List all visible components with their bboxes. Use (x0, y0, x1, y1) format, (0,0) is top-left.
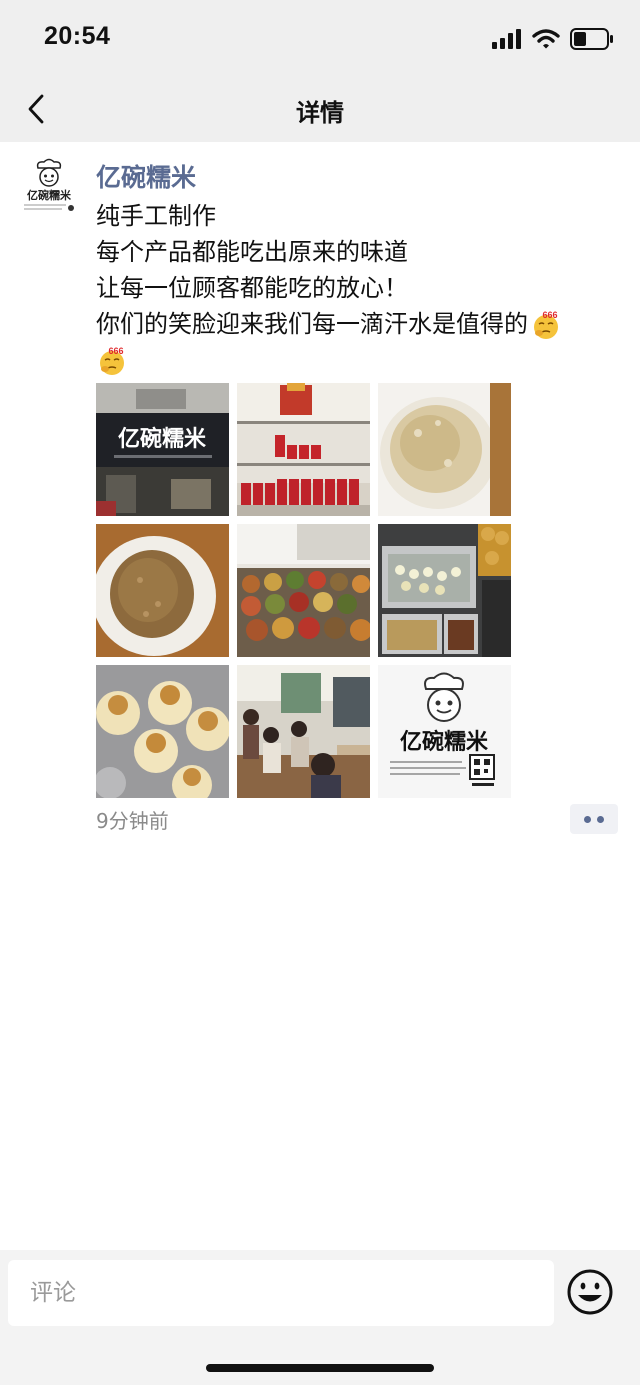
storefront-sign-text: 亿碗糯米 (118, 426, 207, 452)
emoji-badge-text: 666 (108, 346, 123, 356)
wifi-icon (532, 29, 560, 49)
shaomai-photo[interactable] (96, 665, 229, 798)
logo-card-brand-text: 亿碗糯米 (400, 729, 489, 755)
page-title: 详情 (296, 99, 344, 127)
drink-shelf-photo[interactable] (237, 383, 370, 516)
emoji-666-icon: 666 (534, 310, 558, 339)
comment-input[interactable] (8, 1260, 554, 1326)
glutinous-rice-photo[interactable] (378, 383, 511, 516)
food-trays-photo[interactable] (378, 524, 511, 657)
status-icons (492, 28, 614, 50)
post-line: 666 (96, 342, 616, 378)
emoji-badge-text: 666 (542, 310, 557, 320)
post-timestamp: 9分钟前 (96, 809, 169, 833)
home-indicator[interactable] (206, 1364, 434, 1372)
photo-grid: 亿碗糯米 亿碗糯米 (96, 383, 512, 799)
signal-icon (492, 29, 521, 49)
smiley-icon (567, 1269, 613, 1315)
avatar[interactable]: 亿碗糯米 (18, 158, 80, 220)
steamed-rice-photo[interactable] (96, 524, 229, 657)
status-time: 20:54 (44, 22, 111, 50)
post-line: 纯手工制作 (96, 202, 216, 230)
status-bar: 20:54 (0, 0, 640, 76)
post-line-text: 你们的笑脸迎来我们每一滴汗水是值得的 (96, 310, 528, 338)
emoji-button[interactable] (566, 1268, 614, 1316)
side-dishes-photo[interactable] (237, 524, 370, 657)
author-name[interactable]: 亿碗糯米 (96, 158, 196, 194)
post-text: 纯手工制作 每个产品都能吃出原来的味道 让每一位顾客都能吃的放心！ 你们的笑脸迎… (96, 198, 616, 378)
post-line: 你们的笑脸迎来我们每一滴汗水是值得的 666 (96, 306, 616, 342)
customers-photo[interactable] (237, 665, 370, 798)
logo-card-photo[interactable]: 亿碗糯米 (378, 665, 511, 798)
storefront-photo[interactable]: 亿碗糯米 (96, 383, 229, 516)
chef-logo-icon: 亿碗糯米 (24, 158, 74, 211)
svg-text:亿碗糯米: 亿碗糯米 (27, 188, 72, 202)
emoji-666-icon: 666 (100, 346, 124, 375)
nav-bar: 详情 (0, 76, 640, 142)
battery-icon (570, 28, 613, 50)
post-line: 让每一位顾客都能吃的放心！ (96, 274, 408, 302)
dot-icon (584, 815, 591, 823)
more-actions-button[interactable] (570, 804, 618, 834)
dot-icon (597, 815, 604, 823)
post-line: 每个产品都能吃出原来的味道 (96, 238, 408, 266)
